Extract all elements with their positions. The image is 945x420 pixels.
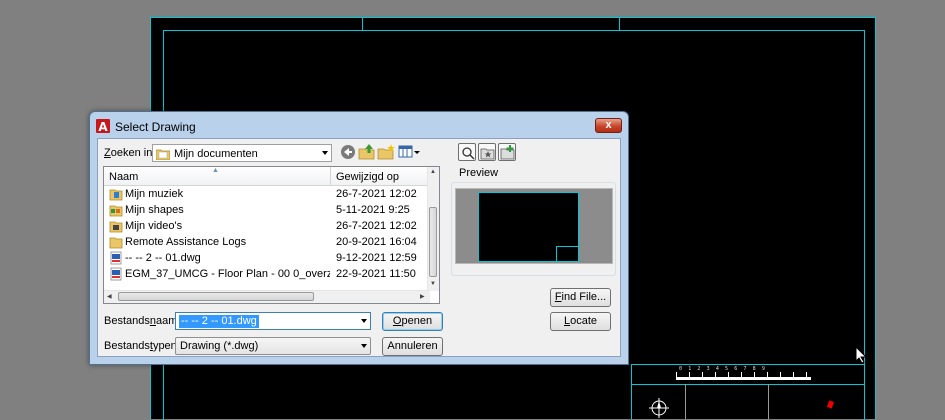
- add-to-favorites-icon[interactable]: [498, 143, 516, 161]
- preview-title-block: [556, 246, 579, 262]
- vertical-scroll-thumb[interactable]: [429, 207, 437, 277]
- dialog-title: Select Drawing: [115, 120, 196, 134]
- close-button[interactable]: x: [595, 118, 622, 133]
- drawing-frame-top: [163, 30, 865, 31]
- column-header-modified[interactable]: Gewijzigd op: [336, 171, 399, 183]
- title-block-col-1: [685, 384, 686, 419]
- up-folder-icon[interactable]: [358, 143, 376, 161]
- file-date: 26-7-2021 12:02: [336, 220, 417, 232]
- open-button[interactable]: Openen: [382, 312, 443, 331]
- dialog-titlebar[interactable]: A Select Drawing x: [90, 112, 628, 140]
- filetype-dropdown[interactable]: Drawing (*.dwg): [175, 337, 371, 355]
- file-name: Remote Assistance Logs: [125, 236, 247, 248]
- chevron-down-icon: [322, 151, 328, 155]
- view-menu-icon[interactable]: [398, 143, 422, 161]
- folder-icon: [109, 237, 123, 249]
- select-drawing-dialog: A Select Drawing x Zoeken in: Mijn docum…: [89, 111, 629, 365]
- list-item[interactable]: -- -- 2 -- 01.dwg 9-12-2021 12:59: [104, 250, 430, 266]
- title-block: 0123456789: [631, 364, 864, 419]
- grid-tick-1: [362, 18, 363, 30]
- north-arrow-icon: [649, 398, 669, 418]
- locate-button[interactable]: Locate: [550, 312, 611, 331]
- favorites-folder-icon[interactable]: [478, 143, 496, 161]
- file-date: 5-11-2021 9:25: [336, 204, 410, 216]
- lookin-dropdown[interactable]: Mijn documenten: [152, 144, 332, 162]
- list-item[interactable]: Remote Assistance Logs 20-9-2021 16:04: [104, 234, 430, 250]
- title-block-left-line: [631, 364, 632, 419]
- list-item[interactable]: Mijn shapes 5-11-2021 9:25: [104, 202, 430, 218]
- back-icon[interactable]: [339, 143, 357, 161]
- dwg-file-icon: [110, 251, 122, 265]
- preview-drawing-frame: [478, 192, 579, 262]
- scroll-up-icon[interactable]: ▲: [430, 169, 436, 175]
- file-name: Mijn shapes: [125, 204, 184, 216]
- new-folder-icon[interactable]: [377, 143, 395, 161]
- scroll-left-icon[interactable]: ◀: [107, 293, 112, 300]
- title-block-col-2: [768, 384, 769, 419]
- list-item[interactable]: Mijn muziek 26-7-2021 12:02: [104, 186, 430, 202]
- file-date: 26-7-2021 12:02: [336, 188, 417, 200]
- sort-ascending-icon: ▲: [212, 167, 219, 174]
- list-item[interactable]: EGM_37_UMCG - Floor Plan - 00 0_overzich…: [104, 266, 430, 282]
- drawing-preview: [455, 188, 613, 264]
- filename-input[interactable]: -- -- 2 -- 01.dwg: [175, 312, 371, 330]
- autocad-logo-icon: A: [96, 119, 110, 133]
- horizontal-scrollbar[interactable]: ◀ ▶: [104, 290, 430, 303]
- column-header-name[interactable]: Naam: [109, 171, 138, 183]
- title-block-top-line: [631, 364, 864, 365]
- filetype-label: Bestandstypen:: [104, 340, 180, 352]
- file-list-header: ▲ Naam Gewijzigd op: [104, 167, 430, 186]
- column-separator[interactable]: [330, 167, 331, 185]
- scroll-down-icon[interactable]: ▼: [430, 281, 436, 287]
- file-list[interactable]: ▲ Naam Gewijzigd op Mijn muziek 26-7-202…: [103, 166, 440, 304]
- file-name: -- -- 2 -- 01.dwg: [125, 252, 201, 264]
- chevron-down-icon[interactable]: [361, 319, 367, 323]
- horizontal-scroll-thumb[interactable]: [118, 292, 314, 301]
- file-date: 9-12-2021 12:59: [336, 252, 417, 264]
- svg-text:A: A: [98, 120, 108, 133]
- scale-bar-numbers: 0123456789: [679, 366, 772, 372]
- filename-label: Bestandsnaam:: [104, 315, 181, 327]
- file-name: EGM_37_UMCG - Floor Plan - 00 0_overzich…: [125, 268, 330, 280]
- zoom-preview-icon[interactable]: [458, 143, 476, 161]
- file-date: 22-9-2021 11:50: [336, 268, 416, 280]
- dwg-file-icon: [110, 267, 122, 281]
- grid-tick-2: [619, 18, 620, 30]
- lookin-value: Mijn documenten: [174, 148, 258, 160]
- video-folder-icon: [109, 221, 123, 233]
- find-file-button[interactable]: Find File...: [550, 288, 611, 307]
- vertical-scrollbar[interactable]: ▲ ▼: [427, 167, 439, 291]
- shapes-folder-icon: [109, 205, 123, 217]
- chevron-down-icon[interactable]: [361, 344, 367, 348]
- file-name: Mijn muziek: [125, 188, 184, 200]
- lookin-label: Zoeken in:: [104, 147, 156, 159]
- documents-folder-icon: [156, 149, 170, 160]
- file-name: Mijn video's: [125, 220, 183, 232]
- scroll-right-icon[interactable]: ▶: [420, 293, 425, 300]
- cancel-button[interactable]: Annuleren: [382, 337, 443, 356]
- preview-label: Preview: [459, 167, 499, 179]
- mouse-cursor-icon: [855, 346, 867, 364]
- title-block-divider: [631, 384, 864, 385]
- file-date: 20-9-2021 16:04: [336, 236, 417, 248]
- red-marker: [826, 400, 835, 409]
- filename-value: -- -- 2 -- 01.dwg: [179, 315, 259, 328]
- dialog-body: Zoeken in: Mijn documenten ▲ Naam Gewijz…: [97, 138, 621, 357]
- list-item[interactable]: Mijn video's 26-7-2021 12:02: [104, 218, 430, 234]
- filetype-value: Drawing (*.dwg): [180, 340, 259, 352]
- scale-bar: [676, 372, 816, 380]
- music-folder-icon: [109, 189, 123, 201]
